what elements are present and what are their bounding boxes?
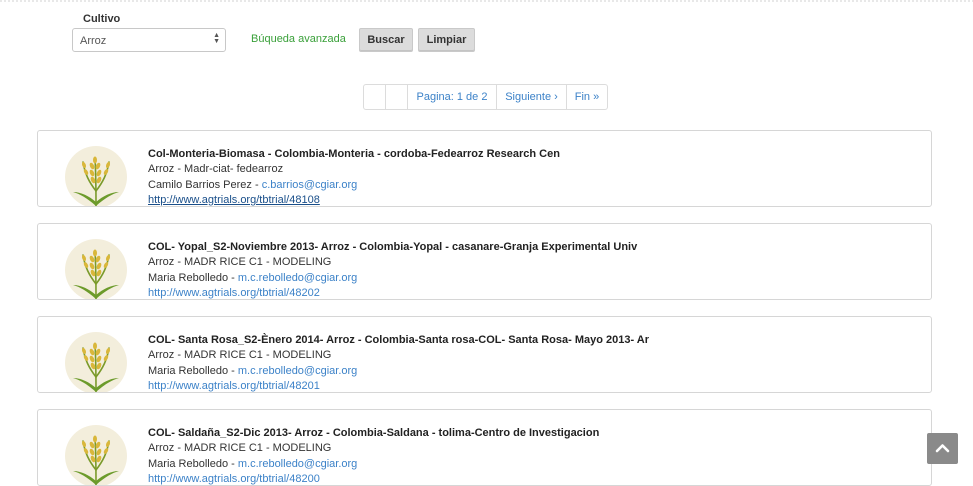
advanced-search-link[interactable]: Búqueda avanzada	[251, 33, 346, 45]
result-subtitle: Arroz - MADR RICE C1 - MODELING	[148, 256, 332, 269]
result-title[interactable]: COL- Santa Rosa_S2-Ènero 2014- Arroz - C…	[148, 333, 649, 348]
contact-separator: -	[228, 271, 238, 284]
pagination-page-info: Pagina: 1 de 2	[408, 85, 497, 109]
contact-name: Camilo Barrios Perez	[148, 178, 252, 191]
result-contact: Camilo Barrios Perez - c.barrios@cgiar.o…	[148, 178, 560, 193]
trial-url-link[interactable]: http://www.agtrials.org/tbtrial/48202	[148, 287, 320, 299]
result-subtitle: Arroz - MADR RICE C1 - MODELING	[148, 349, 332, 362]
result-contact: Maria Rebolledo - m.c.rebolledo@cgiar.or…	[148, 457, 599, 472]
contact-separator: -	[228, 457, 238, 470]
rice-plant-icon	[65, 146, 127, 206]
back-to-top-button[interactable]	[927, 433, 958, 464]
result-card: Col-Monteria-Biomasa - Colombia-Monteria…	[37, 130, 932, 207]
trial-url-link[interactable]: http://www.agtrials.org/tbtrial/48201	[148, 380, 320, 392]
pagination-prev[interactable]	[386, 85, 408, 109]
crop-filter-label: Cultivo	[83, 13, 121, 25]
contact-name: Maria Rebolledo	[148, 271, 229, 284]
rice-plant-icon	[65, 425, 127, 485]
result-info: COL- Saldaña_S2-Dic 2013- Arroz - Colomb…	[148, 426, 599, 485]
trial-url-link[interactable]: http://www.agtrials.org/tbtrial/48108	[148, 194, 320, 206]
result-info: COL- Santa Rosa_S2-Ènero 2014- Arroz - C…	[148, 333, 649, 392]
result-card: COL- Saldaña_S2-Dic 2013- Arroz - Colomb…	[37, 409, 932, 486]
contact-separator: -	[251, 178, 262, 191]
result-info: COL- Yopal_S2-Noviembre 2013- Arroz - Co…	[148, 240, 637, 299]
result-title[interactable]: Col-Monteria-Biomasa - Colombia-Monteria…	[148, 147, 560, 162]
pagination-last[interactable]: Fin »	[567, 85, 607, 109]
crop-select-value: Arroz	[80, 35, 107, 47]
result-contact: Maria Rebolledo - m.c.rebolledo@cgiar.or…	[148, 364, 649, 379]
result-title[interactable]: COL- Saldaña_S2-Dic 2013- Arroz - Colomb…	[148, 426, 599, 441]
result-subtitle: Arroz - MADR RICE C1 - MODELING	[148, 442, 332, 455]
pagination-next[interactable]: Siguiente ›	[497, 85, 567, 109]
contact-separator: -	[228, 364, 238, 377]
contact-email-link[interactable]: m.c.rebolledo@cgiar.org	[238, 365, 357, 377]
result-contact: Maria Rebolledo - m.c.rebolledo@cgiar.or…	[148, 271, 637, 286]
result-subtitle: Arroz - Madr-ciat- fedearroz	[148, 163, 284, 176]
clear-button[interactable]: Limpiar	[418, 28, 475, 52]
rice-plant-icon	[65, 332, 127, 392]
result-card: COL- Santa Rosa_S2-Ènero 2014- Arroz - C…	[37, 316, 932, 393]
result-card: COL- Yopal_S2-Noviembre 2013- Arroz - Co…	[37, 223, 932, 300]
sort-arrows-icon: ▲ ▼	[213, 32, 220, 45]
pagination-first[interactable]	[364, 85, 386, 109]
contact-name: Maria Rebolledo	[148, 364, 229, 377]
pagination: Pagina: 1 de 2 Siguiente › Fin »	[363, 84, 608, 110]
result-info: Col-Monteria-Biomasa - Colombia-Monteria…	[148, 147, 560, 206]
top-border	[0, 0, 973, 2]
contact-name: Maria Rebolledo	[148, 457, 229, 470]
contact-email-link[interactable]: m.c.rebolledo@cgiar.org	[238, 458, 357, 470]
contact-email-link[interactable]: c.barrios@cgiar.org	[262, 179, 358, 191]
chevron-up-icon	[935, 444, 950, 453]
rice-plant-icon	[65, 239, 127, 299]
contact-email-link[interactable]: m.c.rebolledo@cgiar.org	[238, 272, 357, 284]
crop-select[interactable]: Arroz ▲ ▼	[72, 28, 226, 52]
result-title[interactable]: COL- Yopal_S2-Noviembre 2013- Arroz - Co…	[148, 240, 637, 255]
search-button[interactable]: Buscar	[359, 28, 413, 52]
